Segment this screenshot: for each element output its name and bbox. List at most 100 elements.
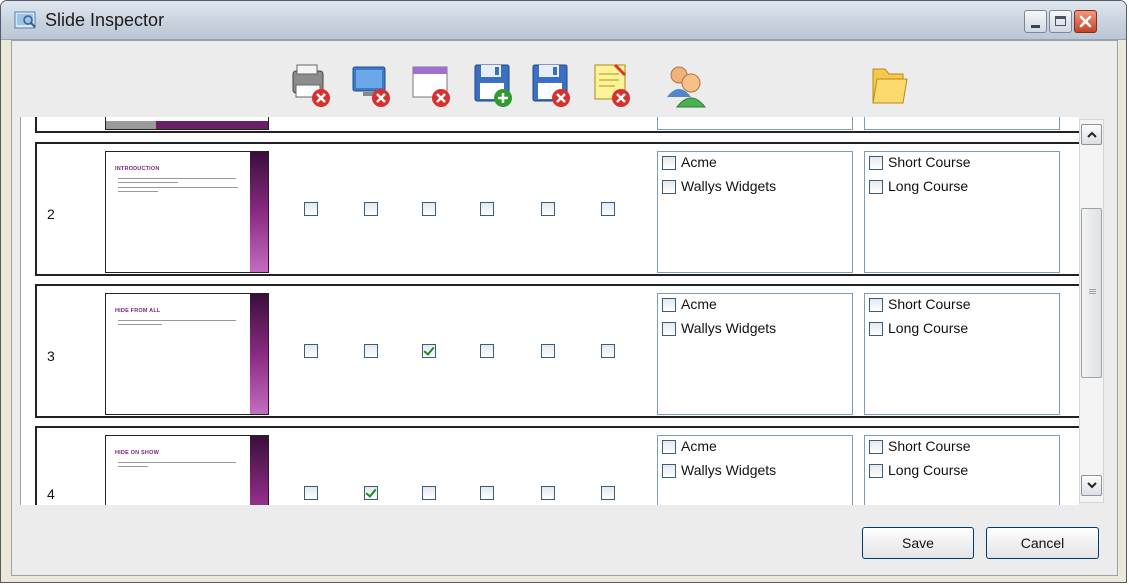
users-icon[interactable] [661,61,707,111]
show-checkbox[interactable] [364,486,378,500]
save-add-icon[interactable] [471,61,515,111]
vertical-scrollbar[interactable] [1079,119,1104,503]
hide-checkbox[interactable] [422,486,436,500]
course-label: Long Course [888,320,969,336]
title-bar[interactable]: Slide Inspector [1,1,1126,40]
slide-thumbnail: HIDE FROM ALL [105,293,269,415]
grip-icon [1089,289,1096,290]
slide-title: HIDE FROM ALL [115,308,161,314]
slide-accent-bar [250,436,268,505]
company-label: Wallys Widgets [681,462,777,478]
table-row: 2 INTRODUCTION Acme Wallys Widgets Short… [35,142,1079,276]
row-number: 2 [47,206,55,222]
company-label: Acme [681,154,717,170]
save-remove-checkbox[interactable] [541,344,555,358]
slide-accent-bar [250,152,268,272]
monitor-remove-icon[interactable] [349,61,393,111]
printer-remove-icon[interactable] [289,61,333,111]
company-listbox[interactable] [657,117,853,130]
company-checkbox[interactable] [662,156,676,170]
minimize-button[interactable] [1024,10,1047,33]
save-button[interactable]: Save [862,527,974,559]
window-title: Slide Inspector [45,10,165,30]
company-label: Acme [681,438,717,454]
company-listbox[interactable]: Acme Wallys Widgets [657,435,853,505]
save-remove-checkbox[interactable] [541,486,555,500]
save-add-checkbox[interactable] [480,486,494,500]
window-remove-icon[interactable] [409,61,453,111]
slide-text-line [118,324,162,325]
company-checkbox[interactable] [662,440,676,454]
company-label: Wallys Widgets [681,320,777,336]
course-checkbox[interactable] [869,440,883,454]
table-row: 4 HIDE ON SHOW Acme Wallys Widgets Short… [35,426,1079,505]
course-label: Long Course [888,462,969,478]
slide-inspector-window: Slide Inspector 2 INTRODUCTION Acme Wall… [0,0,1127,583]
course-label: Short Course [888,154,971,170]
course-checkbox[interactable] [869,156,883,170]
save-remove-checkbox[interactable] [541,202,555,216]
course-label: Short Course [888,438,971,454]
table-row: 3 HIDE FROM ALL Acme Wallys Widgets Shor… [35,284,1079,418]
close-button[interactable] [1074,10,1097,33]
slide-text-line [118,178,236,179]
print-checkbox[interactable] [304,344,318,358]
slide-text-line [118,191,158,192]
print-checkbox[interactable] [304,202,318,216]
row-number: 3 [47,348,55,364]
slide-text-line [118,187,238,188]
course-checkbox[interactable] [869,464,883,478]
slide-title: INTRODUCTION [115,166,160,172]
close-icon [1079,15,1092,28]
save-add-checkbox[interactable] [480,202,494,216]
table-row [35,117,1079,133]
course-checkbox[interactable] [869,180,883,194]
slide-accent-bar [250,294,268,414]
show-checkbox[interactable] [364,344,378,358]
course-label: Short Course [888,296,971,312]
course-listbox[interactable] [864,117,1060,130]
folder-icon[interactable] [867,61,911,111]
course-listbox[interactable]: Short Course Long Course [864,151,1060,273]
company-checkbox[interactable] [662,322,676,336]
company-checkbox[interactable] [662,180,676,194]
slide-grid: 2 INTRODUCTION Acme Wallys Widgets Short… [20,117,1079,505]
save-remove-icon[interactable] [529,61,573,111]
notes-checkbox[interactable] [601,344,615,358]
hide-checkbox[interactable] [422,202,436,216]
course-listbox[interactable]: Short Course Long Course [864,293,1060,415]
notes-remove-icon[interactable] [589,61,633,111]
slide-text-line [118,320,236,321]
slide-title: HIDE ON SHOW [115,450,159,456]
company-label: Acme [681,296,717,312]
course-checkbox[interactable] [869,322,883,336]
slide-text-line [118,462,236,463]
scroll-thumb[interactable] [1081,208,1102,378]
notes-checkbox[interactable] [601,486,615,500]
course-checkbox[interactable] [869,298,883,312]
chevron-down-icon [1087,482,1097,489]
print-checkbox[interactable] [304,486,318,500]
save-add-checkbox[interactable] [480,344,494,358]
company-label: Wallys Widgets [681,178,777,194]
row-number: 4 [47,486,55,502]
course-listbox[interactable]: Short Course Long Course [864,435,1060,505]
company-checkbox[interactable] [662,464,676,478]
hide-checkbox[interactable] [422,344,436,358]
slide-thumbnail: HIDE ON SHOW [105,435,269,505]
chevron-up-icon [1087,131,1097,138]
scroll-up-button[interactable] [1081,124,1102,145]
slide-text-line [118,466,148,467]
show-checkbox[interactable] [364,202,378,216]
app-icon [14,11,36,29]
notes-checkbox[interactable] [601,202,615,216]
scroll-down-button[interactable] [1081,475,1102,496]
slide-text-line [118,182,178,183]
company-listbox[interactable]: Acme Wallys Widgets [657,151,853,273]
company-listbox[interactable]: Acme Wallys Widgets [657,293,853,415]
maximize-button[interactable] [1049,10,1072,33]
cancel-button[interactable]: Cancel [986,527,1099,559]
company-checkbox[interactable] [662,298,676,312]
course-label: Long Course [888,178,969,194]
slide-thumbnail: INTRODUCTION [105,151,269,273]
